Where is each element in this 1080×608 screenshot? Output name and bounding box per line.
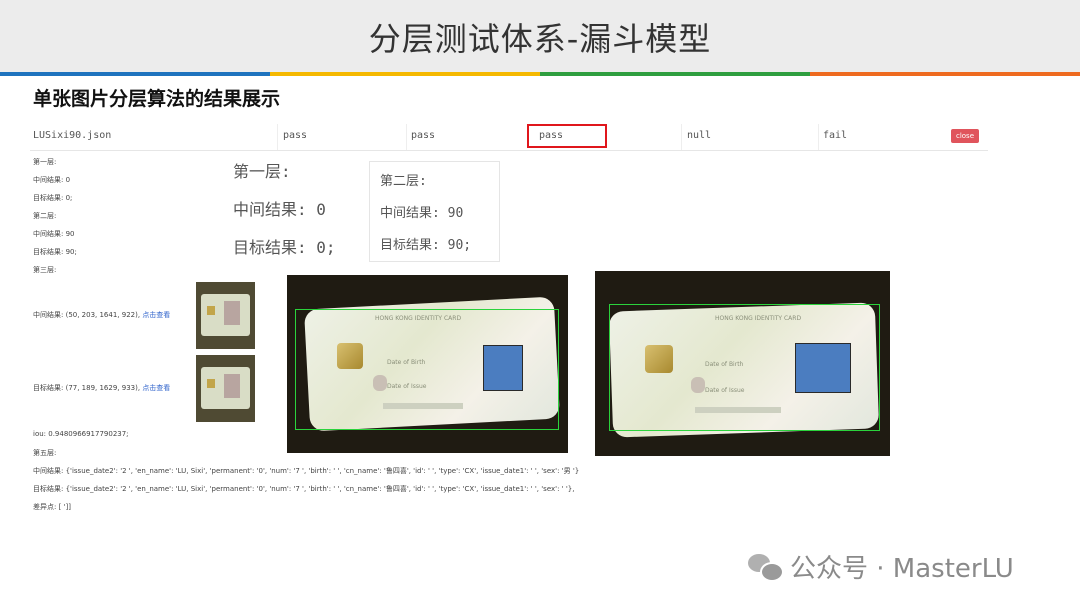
log-layer3-target: 目标结果: (77, 189, 1629, 933), 点击查看: [33, 383, 170, 393]
thumbnail-image[interactable]: [196, 282, 255, 349]
log-layer2-mid: 中间结果: 90: [33, 230, 75, 238]
log-layer5-mid: 中间结果: {'issue_date2': '2 ', 'en_name': '…: [33, 467, 580, 475]
view-link[interactable]: 点击查看: [142, 311, 170, 319]
footer-watermark: 公众号 · MasterLU: [748, 548, 1014, 585]
result-file-name[interactable]: LUSixi90.json: [33, 130, 111, 141]
thumbnail-image[interactable]: [196, 355, 255, 422]
result-status-1: pass: [283, 130, 308, 141]
zoom-layer1-target: 目标结果: 0;: [233, 238, 336, 257]
log-layer3-mid: 中间结果: (50, 203, 1641, 922), 点击查看: [33, 310, 170, 320]
zoom-layer1-mid: 中间结果: 0: [233, 200, 326, 219]
zoom-layer2: 第二层: 中间结果: 90 目标结果: 90;: [369, 161, 500, 262]
bbox-mid: [295, 309, 559, 430]
wechat-icon: [748, 552, 784, 582]
log-layer2: 第二层:: [33, 212, 57, 220]
color-bar: [0, 72, 1080, 76]
id-card-photo-mid: HONG KONG IDENTITY CARD Date of Birth Da…: [287, 275, 568, 453]
zoom-layer2-mid: 中间结果: 90: [380, 206, 464, 221]
zoom-layer2-title: 第二层:: [380, 174, 427, 189]
slide-header: 分层测试体系-漏斗模型: [0, 0, 1080, 72]
log-iou: iou: 0.9480966917790237;: [33, 430, 129, 438]
log-layer3: 第三层:: [33, 266, 57, 274]
log-layer1-target: 目标结果: 0;: [33, 194, 73, 202]
log-layer3-target-text: 目标结果: (77, 189, 1629, 933),: [33, 384, 141, 392]
log-layer5: 第五层:: [33, 449, 57, 457]
color-bar-green: [540, 72, 810, 76]
result-status-4: null: [687, 130, 712, 141]
log-diff: 差异点: [ ']]: [33, 503, 71, 511]
log-layer1-mid: 中间结果: 0: [33, 176, 71, 184]
log-layer5-target: 目标结果: {'issue_date2': '2 ', 'en_name': '…: [33, 485, 575, 493]
result-row: LUSixi90.json pass pass pass null fail c…: [30, 124, 988, 151]
column-divider: [681, 124, 682, 150]
column-divider: [818, 124, 819, 150]
result-status-2: pass: [411, 130, 436, 141]
log-layer1: 第一层:: [33, 158, 57, 166]
color-bar-yellow: [270, 72, 540, 76]
id-card-photo-target: HONG KONG IDENTITY CARD Date of Birth Da…: [595, 271, 890, 456]
slide-title: 分层测试体系-漏斗模型: [368, 20, 712, 58]
log-layer3-mid-text: 中间结果: (50, 203, 1641, 922),: [33, 311, 141, 319]
color-bar-orange: [810, 72, 1080, 76]
zoom-layer1-title: 第一层:: [233, 162, 291, 181]
result-status-3: pass: [539, 130, 564, 141]
section-heading: 单张图片分层算法的结果展示: [33, 88, 281, 110]
result-status-5: fail: [823, 130, 848, 141]
zoom-layer1: 第一层: 中间结果: 0 目标结果: 0;: [233, 158, 336, 272]
close-button[interactable]: close: [951, 129, 979, 143]
zoom-layer2-target: 目标结果: 90;: [380, 238, 472, 253]
color-bar-blue: [0, 72, 270, 76]
column-divider: [406, 124, 407, 150]
column-divider: [277, 124, 278, 150]
view-link[interactable]: 点击查看: [142, 384, 170, 392]
footer-text: 公众号 · MasterLU: [790, 554, 1014, 584]
bbox-target: [609, 304, 880, 431]
log-layer2-target: 目标结果: 90;: [33, 248, 77, 256]
